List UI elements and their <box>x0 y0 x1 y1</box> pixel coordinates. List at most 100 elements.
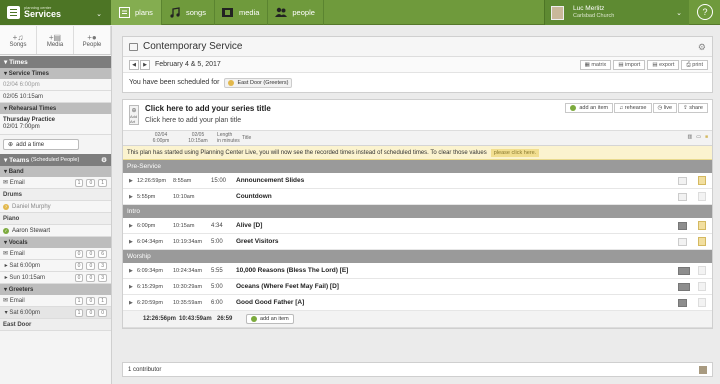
checkbox-icon[interactable] <box>678 238 687 246</box>
column-time2[interactable]: 02/05 10:15am <box>179 132 217 144</box>
time-group-row[interactable]: ▾ Sat 6:00pm 1 0 0 <box>0 307 111 319</box>
section-header[interactable]: Intro <box>123 205 712 218</box>
team-email-row[interactable]: ✉ Email 1 0 1 <box>0 295 111 307</box>
contributors-count[interactable]: 1 contributor <box>128 367 161 373</box>
share-button[interactable]: ⇪ share <box>678 103 708 113</box>
plan-item-row[interactable]: ▶ 6:15:29pm 10:30:29am 5:00 Oceans (Where Fe… <box>123 279 712 295</box>
time-group-row[interactable]: ▸ Sat 6:00pm 0 0 3 <box>0 260 111 272</box>
notes-column-icon[interactable]: ▭ <box>696 134 701 140</box>
times-header[interactable]: ▾ Times <box>0 56 111 68</box>
plan-item-row[interactable]: ▶ 6:04:34pm 10:19:34am 5:00 Greet Visitors <box>123 234 712 250</box>
add-time-button[interactable]: ⊕ add a time <box>3 139 79 150</box>
rehearsal-times-header[interactable]: ▾ Rehearsal Times <box>0 103 111 114</box>
expand-icon[interactable]: ▶ <box>123 284 137 290</box>
user-name: Luc Merlitz <box>573 5 605 12</box>
nav-tab-plans[interactable]: plans <box>111 0 162 25</box>
section-header[interactable]: Pre-Service <box>123 160 712 173</box>
rehearsal-time[interactable]: Thursday Practice 02/01 7:00pm <box>0 114 111 135</box>
declined-count: 0 <box>86 273 96 282</box>
column-length-unit: in minutes <box>217 138 240 144</box>
service-times-header[interactable]: ▾ Service Times <box>0 68 111 79</box>
note-icon[interactable]: ■ <box>705 134 708 140</box>
team-band[interactable]: ▾ Band <box>0 166 111 177</box>
live-button[interactable]: ◷ live <box>652 103 678 113</box>
nav-tab-people[interactable]: people <box>268 0 324 25</box>
position-badge[interactable]: East Door (Greeters) <box>224 77 293 88</box>
person-row[interactable]: ✓ Aaron Stewart <box>0 225 111 237</box>
plan-title[interactable]: Click here to add your plan title <box>145 117 271 124</box>
team-email-row[interactable]: ✉ Email 0 0 6 <box>0 248 111 260</box>
song-icon[interactable] <box>678 222 687 230</box>
section-header[interactable]: Worship <box>123 250 712 263</box>
sidebar-tab-people[interactable]: +● People <box>74 26 111 54</box>
matrix-button[interactable]: ▦ matrix <box>579 60 612 70</box>
times-label: Times <box>9 58 28 66</box>
note-icon[interactable] <box>698 266 706 275</box>
clear-times-link[interactable]: please click here. <box>490 148 540 157</box>
service-time[interactable]: 02/04 6:00pm <box>0 79 111 91</box>
column-headers: 02/04 6:00pm 02/05 10:15am Length in minute… <box>123 131 712 146</box>
item-time2: 10:35:59am <box>173 299 203 306</box>
rehearse-button[interactable]: ♫ rehearse <box>614 103 652 113</box>
import-button[interactable]: ▤ import <box>613 60 646 70</box>
column-settings-icon[interactable]: ▥ <box>688 134 693 140</box>
email-label: Email <box>9 297 25 304</box>
plan-item-row[interactable]: ▶ 5:55pm 10:10am Countdown <box>123 189 712 205</box>
expand-icon[interactable]: ▶ <box>123 268 137 274</box>
teams-header[interactable]: ▾ Teams (Scheduled People) ⚙ <box>0 154 111 166</box>
add-item-bottom-button[interactable]: add an item <box>246 314 294 324</box>
note-icon[interactable] <box>698 298 706 307</box>
team-greeters[interactable]: ▾ Greeters <box>0 284 111 295</box>
gear-icon[interactable]: ⚙ <box>101 156 107 164</box>
checkbox-icon[interactable] <box>678 177 687 185</box>
nav-tab-songs[interactable]: songs <box>162 0 215 25</box>
person-row[interactable]: ? Daniel Murphy <box>0 201 111 213</box>
plan-item-row[interactable]: ▶ 6:00pm 10:15am 4:34 Alive [D] <box>123 218 712 234</box>
user-menu[interactable]: Luc Merlitz Carlsbad Church ⌄ <box>544 0 689 25</box>
print-button[interactable]: ⎙ print <box>681 60 708 70</box>
song-icon[interactable] <box>678 267 690 275</box>
app-switcher[interactable]: planning center Services ⌄ <box>0 0 111 25</box>
button-label: matrix <box>591 62 607 68</box>
sidebar-tab-media[interactable]: +▤ Media <box>37 26 74 54</box>
service-time[interactable]: 02/05 10:15am <box>0 91 111 103</box>
note-icon[interactable] <box>698 237 706 246</box>
help-button[interactable]: ? <box>697 4 713 20</box>
expand-icon[interactable]: ▶ <box>123 178 137 184</box>
expand-icon[interactable]: ▶ <box>123 300 137 306</box>
nav-tab-media[interactable]: media <box>215 0 269 25</box>
sidebar-tab-songs[interactable]: +♫ Songs <box>0 26 37 54</box>
service-times-label: Service Times <box>8 70 49 77</box>
note-icon[interactable] <box>698 176 706 185</box>
add-item-button[interactable]: add an item <box>565 103 614 113</box>
song-icon[interactable] <box>678 283 690 291</box>
song-icon[interactable] <box>678 299 687 307</box>
note-icon[interactable] <box>698 282 706 291</box>
next-plan-button[interactable]: ▶ <box>140 59 150 70</box>
team-vocals[interactable]: ▾ Vocals <box>0 237 111 248</box>
plan-item-row[interactable]: ▶ 6:20:59pm 10:35:59am 6:00 Good Good Father… <box>123 295 712 311</box>
add-art-button[interactable]: ⊕ Add Art <box>129 105 139 125</box>
top-nav-bar: planning center Services ⌄ plans songs m… <box>0 0 720 25</box>
series-title[interactable]: Click here to add your series title <box>145 104 271 113</box>
export-button[interactable]: ▤ export <box>647 60 680 70</box>
note-icon[interactable] <box>698 221 706 230</box>
expand-icon[interactable]: ▶ <box>123 194 137 200</box>
add-song-icon: +♫ <box>12 32 24 42</box>
column-time1[interactable]: 02/04 6:00pm <box>143 132 179 144</box>
expand-icon[interactable]: ▶ <box>123 239 137 245</box>
button-label: live <box>663 105 673 111</box>
plan-icon <box>129 42 138 51</box>
teams-label: Teams <box>9 156 30 164</box>
gear-icon[interactable]: ⚙ <box>698 42 706 53</box>
plan-item-row[interactable]: ▶ 12:26:59pm 8:55am 15:00 Announcement Slide… <box>123 173 712 189</box>
plan-item-row[interactable]: ▶ 6:09:34pm 10:24:34am 5:55 10,000 Reasons (… <box>123 263 712 279</box>
checkbox-icon[interactable] <box>678 193 687 201</box>
note-icon[interactable] <box>698 192 706 201</box>
team-email-row[interactable]: ✉ Email 1 0 1 <box>0 177 111 189</box>
expand-icon[interactable]: ▶ <box>123 223 137 229</box>
sidebar: +♫ Songs +▤ Media +● People ▾ Times ▾ Servi… <box>0 26 112 384</box>
time-group-row[interactable]: ▸ Sun 10:15am 0 0 3 <box>0 272 111 284</box>
teams-sub-label: (Scheduled People) <box>31 157 80 163</box>
previous-plan-button[interactable]: ◀ <box>129 59 139 70</box>
